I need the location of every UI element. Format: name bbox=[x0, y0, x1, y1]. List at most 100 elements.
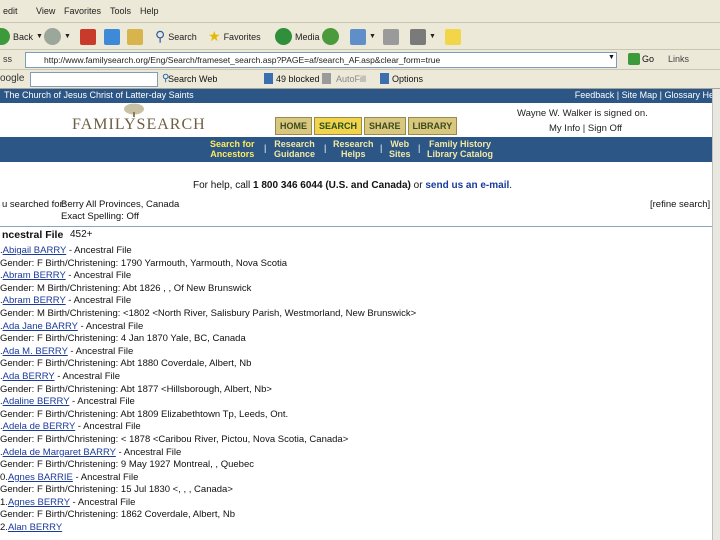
menu-bar: edit View Favorites Tools Help bbox=[0, 0, 720, 23]
main-tabs: HOME SEARCH SHARE LIBRARY bbox=[275, 117, 458, 135]
history-icon bbox=[322, 28, 339, 45]
tab-home[interactable]: HOME bbox=[275, 117, 312, 135]
go-button[interactable]: Go bbox=[642, 54, 654, 64]
searched-for-label: u searched for: bbox=[2, 199, 66, 210]
help-phone: 1 800 346 6044 (U.S. and Canada) bbox=[253, 180, 411, 191]
result-detail: Gender: M Birth/Christening: Abt 1826 , … bbox=[0, 282, 252, 294]
links-button[interactable]: Links bbox=[668, 54, 689, 64]
church-strip: The Church of Jesus Christ of Latter-day… bbox=[0, 89, 720, 103]
familysearch-logo[interactable]: FAMILYSEARCH bbox=[72, 116, 206, 134]
back-arrow-icon bbox=[0, 28, 10, 45]
help-line: For help, call 1 800 346 6044 (U.S. and … bbox=[193, 180, 513, 191]
menu-help[interactable]: Help bbox=[140, 6, 159, 16]
result-detail: Gender: F Birth/Christening: 1790 Yarmou… bbox=[0, 257, 288, 269]
result-name-link[interactable]: Ada BERRY bbox=[3, 371, 55, 382]
messenger-button[interactable] bbox=[445, 27, 461, 46]
print-button[interactable] bbox=[383, 27, 399, 46]
result-item: . Ada BERRY - Ancestral File Gender: F B… bbox=[0, 371, 712, 396]
chevron-down-icon: ▼ bbox=[429, 33, 436, 40]
result-name-link[interactable]: Abram BERRY bbox=[3, 270, 66, 281]
edit-button[interactable]: ▼ bbox=[410, 27, 436, 46]
search-criteria-spelling: Exact Spelling: Off bbox=[61, 211, 139, 222]
edit-icon bbox=[410, 28, 426, 45]
back-button[interactable]: Back ▼ bbox=[0, 27, 43, 46]
options-button[interactable]: Options bbox=[392, 74, 423, 84]
nav-separator: | bbox=[324, 143, 327, 153]
menu-edit[interactable]: edit bbox=[3, 6, 18, 16]
browser-toolbar: Back ▼ ▼ ⚲ Search ★ Favorites Media ▼ ▼ bbox=[0, 23, 720, 50]
menu-view[interactable]: View bbox=[36, 6, 55, 16]
refine-search-link[interactable]: [refine search] bbox=[650, 199, 710, 210]
nav-separator: | bbox=[418, 143, 421, 153]
result-name-link[interactable]: Agnes BARRIE bbox=[8, 472, 73, 483]
account-links[interactable]: My Info | Sign Off bbox=[549, 123, 622, 134]
result-detail bbox=[0, 535, 712, 540]
nav-search-ancestors[interactable]: Search for Ancestors bbox=[210, 139, 255, 159]
result-name-link[interactable]: Adaline BERRY bbox=[3, 396, 70, 407]
result-name-link[interactable]: Ada M. BERRY bbox=[3, 346, 68, 357]
result-item: . Adela de BERRY - Ancestral File Gender… bbox=[0, 421, 712, 446]
stop-button[interactable] bbox=[80, 27, 96, 46]
google-search-input[interactable] bbox=[30, 72, 158, 87]
results-list: . Abigail BARRY - Ancestral File Gender:… bbox=[0, 245, 712, 540]
forward-button[interactable]: ▼ bbox=[44, 27, 71, 46]
refresh-icon bbox=[104, 28, 120, 45]
search-icon: ⚲ bbox=[155, 28, 166, 44]
autofill-button[interactable]: AutoFill bbox=[336, 74, 366, 84]
church-name[interactable]: The Church of Jesus Christ of Latter-day… bbox=[4, 90, 194, 100]
email-link[interactable]: send us an e-mail bbox=[425, 180, 509, 191]
media-button[interactable]: Media bbox=[275, 27, 320, 46]
result-item: . Abram BERRY - Ancestral File Gender: M… bbox=[0, 270, 712, 295]
nav-family-history-library[interactable]: Family History Library Catalog bbox=[427, 139, 493, 159]
utility-links[interactable]: Feedback | Site Map | Glossary Hel bbox=[575, 90, 716, 100]
home-button[interactable] bbox=[127, 27, 143, 46]
result-item: 2. Alan BERRY bbox=[0, 522, 712, 540]
result-name-link[interactable]: Abram BERRY bbox=[3, 295, 66, 306]
nav-research-helps[interactable]: Research Helps bbox=[333, 139, 374, 159]
tab-library[interactable]: LIBRARY bbox=[407, 117, 458, 135]
nav-research-guidance[interactable]: Research Guidance bbox=[274, 139, 315, 159]
result-name-link[interactable]: Adela de Margaret BARRY bbox=[3, 447, 116, 458]
result-detail: Gender: F Birth/Christening: Abt 1880 Co… bbox=[0, 358, 252, 370]
go-arrow-icon[interactable] bbox=[628, 53, 640, 65]
star-icon: ★ bbox=[208, 28, 221, 44]
nav-web-sites[interactable]: Web Sites bbox=[389, 139, 411, 159]
result-item: . Abram BERRY - Ancestral File Gender: M… bbox=[0, 295, 712, 320]
result-name-link[interactable]: Ada Jane BARRY bbox=[3, 321, 78, 332]
note-icon bbox=[445, 28, 461, 45]
refresh-button[interactable] bbox=[104, 27, 120, 46]
media-icon bbox=[275, 28, 292, 45]
address-label: ss bbox=[3, 54, 12, 64]
stop-icon bbox=[80, 28, 96, 45]
divider bbox=[0, 226, 712, 227]
favorites-button[interactable]: ★ Favorites bbox=[208, 27, 261, 46]
menu-favorites[interactable]: Favorites bbox=[64, 6, 101, 16]
chevron-down-icon: ▼ bbox=[369, 33, 376, 40]
google-toolbar: oogle ⚲ Search Web 49 blocked AutoFill O… bbox=[0, 70, 720, 89]
result-name-link[interactable]: Agnes BERRY bbox=[8, 497, 70, 508]
results-source-title: ncestral File bbox=[2, 229, 64, 241]
vertical-scrollbar[interactable] bbox=[712, 89, 720, 540]
address-input[interactable]: http://www.familysearch.org/Eng/Search/f… bbox=[25, 52, 617, 68]
history-button[interactable] bbox=[322, 27, 339, 46]
result-detail: Gender: F Birth/Christening: 1862 Coverd… bbox=[0, 509, 235, 521]
autofill-icon bbox=[322, 73, 331, 84]
result-name-link[interactable]: Abigail BARRY bbox=[3, 245, 67, 256]
result-detail: Gender: F Birth/Christening: 15 Jul 1830… bbox=[0, 484, 233, 496]
search-button[interactable]: ⚲ Search bbox=[155, 27, 197, 46]
mail-button[interactable]: ▼ bbox=[350, 27, 376, 46]
popup-blocker-button[interactable]: 49 blocked bbox=[276, 74, 320, 84]
result-detail: Gender: F Birth/Christening: < 1878 <Car… bbox=[0, 433, 349, 445]
tab-share[interactable]: SHARE bbox=[364, 117, 406, 135]
result-detail: Gender: F Birth/Christening: 9 May 1927 … bbox=[0, 459, 254, 471]
print-icon bbox=[383, 28, 399, 45]
tab-search[interactable]: SEARCH bbox=[314, 117, 363, 135]
result-name-link[interactable]: Adela de BERRY bbox=[3, 421, 76, 432]
search-subnav: Search for Ancestors | Research Guidance… bbox=[0, 137, 720, 162]
result-detail: Gender: F Birth/Christening: Abt 1809 El… bbox=[0, 408, 289, 420]
menu-tools[interactable]: Tools bbox=[110, 6, 131, 16]
result-name-link[interactable]: Alan BERRY bbox=[8, 522, 62, 533]
chevron-down-icon[interactable]: ▼ bbox=[608, 54, 615, 61]
search-web-button[interactable]: Search Web bbox=[168, 74, 217, 84]
result-item: . Ada M. BERRY - Ancestral File Gender: … bbox=[0, 346, 712, 371]
